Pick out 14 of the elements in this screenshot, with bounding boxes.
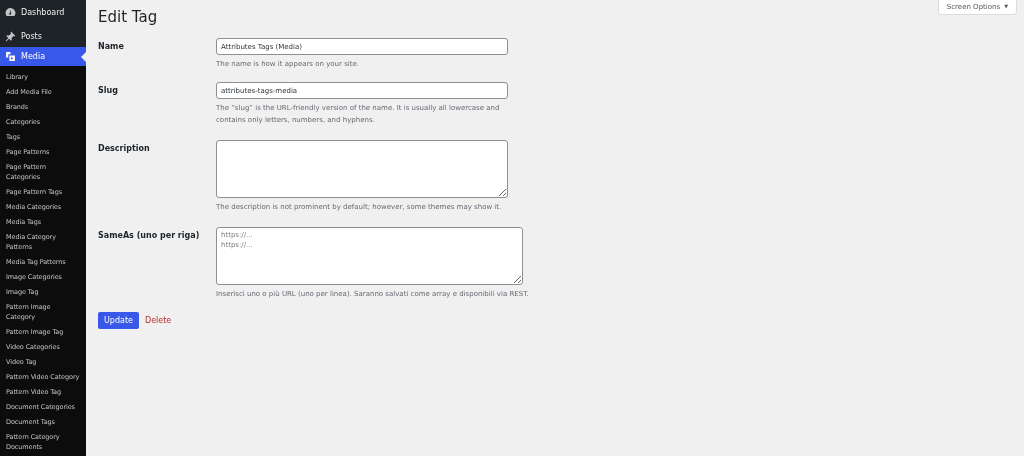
textarea-field[interactable]	[216, 140, 508, 198]
sidebar-menu-item[interactable]: Posts	[0, 27, 86, 46]
gauge-icon	[5, 7, 16, 18]
field-label: Slug	[98, 85, 119, 97]
pushpin-icon	[5, 31, 16, 42]
delete-link[interactable]: Delete	[145, 314, 172, 327]
sidebar-menu-item[interactable]: Dashboard	[0, 3, 86, 22]
field-label: Description	[98, 143, 151, 155]
update-button[interactable]: Update	[98, 312, 139, 329]
page-title: Edit Tag	[98, 7, 158, 28]
field-label: Name	[98, 41, 125, 53]
field-label: SameAs (uno per riga)	[98, 230, 201, 242]
media-icon	[5, 51, 16, 62]
sidebar-menu-item[interactable]: Media	[0, 47, 86, 66]
